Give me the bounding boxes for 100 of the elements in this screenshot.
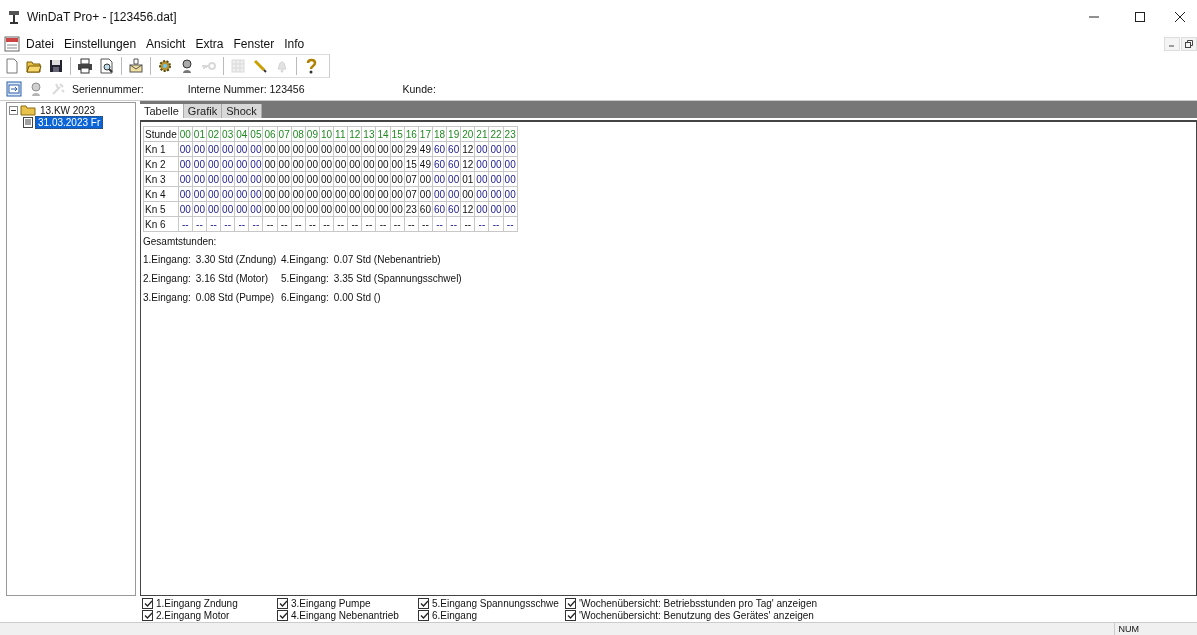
table-cell: 00 [305,171,320,187]
table-cell: 00 [432,171,447,187]
menu-item[interactable]: Fenster [232,37,276,51]
table-cell: -- [432,216,447,232]
table-cell: 60 [432,201,447,217]
table-cell: -- [460,216,475,232]
table-cell: 60 [446,141,461,157]
table-cell: 49 [418,156,433,172]
table-cell: 07 [404,171,419,187]
table-cell: 00 [291,171,306,187]
table-cell: 00 [319,141,334,157]
total-value: 3.35 Std (Spannungsschwel) [333,273,462,284]
magnifier-document-icon[interactable] [99,58,115,74]
menu-item[interactable]: Ansicht [145,37,187,51]
table-cell: 00 [192,171,207,187]
checkbox[interactable] [142,609,153,621]
total-label: 5.Eingang: [281,273,329,284]
tab[interactable]: Shock [222,104,262,118]
column-header: 20 [460,126,475,142]
table-cell: 00 [488,186,504,202]
table-cell: 00 [192,156,207,172]
row-header: Kn 1 [143,141,179,157]
table-cell: 00 [234,201,249,217]
table-cell: 00 [178,201,193,217]
table-cell: 00 [248,141,263,157]
column-header: 18 [432,126,447,142]
table-cell: 00 [418,186,433,202]
table-cell: -- [262,216,278,232]
envelope-tray-icon[interactable] [128,58,144,74]
checkbox[interactable] [277,609,288,621]
table-cell: 00 [347,156,362,172]
table-cell: 00 [262,171,278,187]
collapse-toggle[interactable] [9,105,18,115]
checkbox[interactable] [418,597,429,609]
printer-icon[interactable] [77,58,93,74]
column-header: 19 [446,126,461,142]
column-header: 22 [488,126,504,142]
restore-button[interactable] [1181,37,1197,51]
checkbox[interactable] [142,597,153,609]
table-cell: 00 [503,186,518,202]
table-cell: 00 [347,141,362,157]
folder-icon [20,104,36,116]
table-cell: 00 [361,141,376,157]
document-icon [23,116,33,128]
table-cell: 00 [460,186,475,202]
checkbox[interactable] [565,597,576,609]
checkbox[interactable] [277,597,288,609]
table-cell: 00 [206,156,221,172]
column-header: 13 [361,126,376,142]
menu-item[interactable]: Einstellungen [63,37,138,51]
folder-icon[interactable] [26,58,42,74]
total-value: 0.07 Std (Nebenantrieb) [333,254,441,265]
column-header: 04 [234,126,249,142]
tab[interactable]: Grafik [183,104,223,118]
table-cell: 00 [474,186,489,202]
table-cell: -- [192,216,207,232]
tree-item[interactable]: 13.KW 2023 [38,104,98,116]
tree-item[interactable]: 31.03.2023 Fr [35,115,104,129]
table-cell: 00 [474,141,489,157]
column-header: 11 [333,126,348,142]
table-cell: 00 [503,201,518,217]
gear-icon[interactable] [157,58,173,74]
table-cell: -- [234,216,249,232]
total-value: 3.16 Std (Motor) [195,273,269,284]
total-label: 2.Eingang: [143,273,191,284]
table-cell: -- [291,216,306,232]
table-cell: 00 [178,141,193,157]
document-icon[interactable] [4,58,20,74]
head-icon[interactable] [179,58,195,74]
window-title: WinDaT Pro+ - [123456.dat] [27,10,177,24]
menu-item[interactable]: Extra [194,37,225,51]
window-view-icon[interactable] [6,81,22,97]
document-window-icon[interactable] [4,36,20,52]
table-cell: 00 [291,186,306,202]
checkbox[interactable] [418,609,429,621]
checkbox[interactable] [565,609,576,621]
table-cell: 00 [333,186,348,202]
table-cell: 00 [375,186,391,202]
table-cell: 00 [305,201,320,217]
checkbox-label: 3.Eingang Pumpe [291,597,371,609]
total-label: 3.Eingang: [143,292,191,303]
pen-icon[interactable] [252,58,268,74]
table-cell: 00 [305,141,320,157]
table-cell: 60 [446,156,461,172]
table-cell: 00 [178,156,193,172]
tab[interactable]: Tabelle [140,104,184,118]
column-header: 15 [390,126,405,142]
table-cell: 00 [178,186,193,202]
table-cell: 60 [432,156,447,172]
table-cell: 00 [220,141,235,157]
menu-item[interactable]: Datei [25,37,55,51]
table-cell: 00 [333,141,348,157]
table-cell: 00 [333,171,348,187]
row-header: Kn 5 [143,201,179,217]
table-cell: 00 [220,201,235,217]
menu-item[interactable]: Info [283,37,306,51]
table-cell: 07 [404,186,419,202]
table-cell: 00 [390,156,405,172]
table-cell: -- [178,216,193,232]
table-cell: -- [474,216,489,232]
